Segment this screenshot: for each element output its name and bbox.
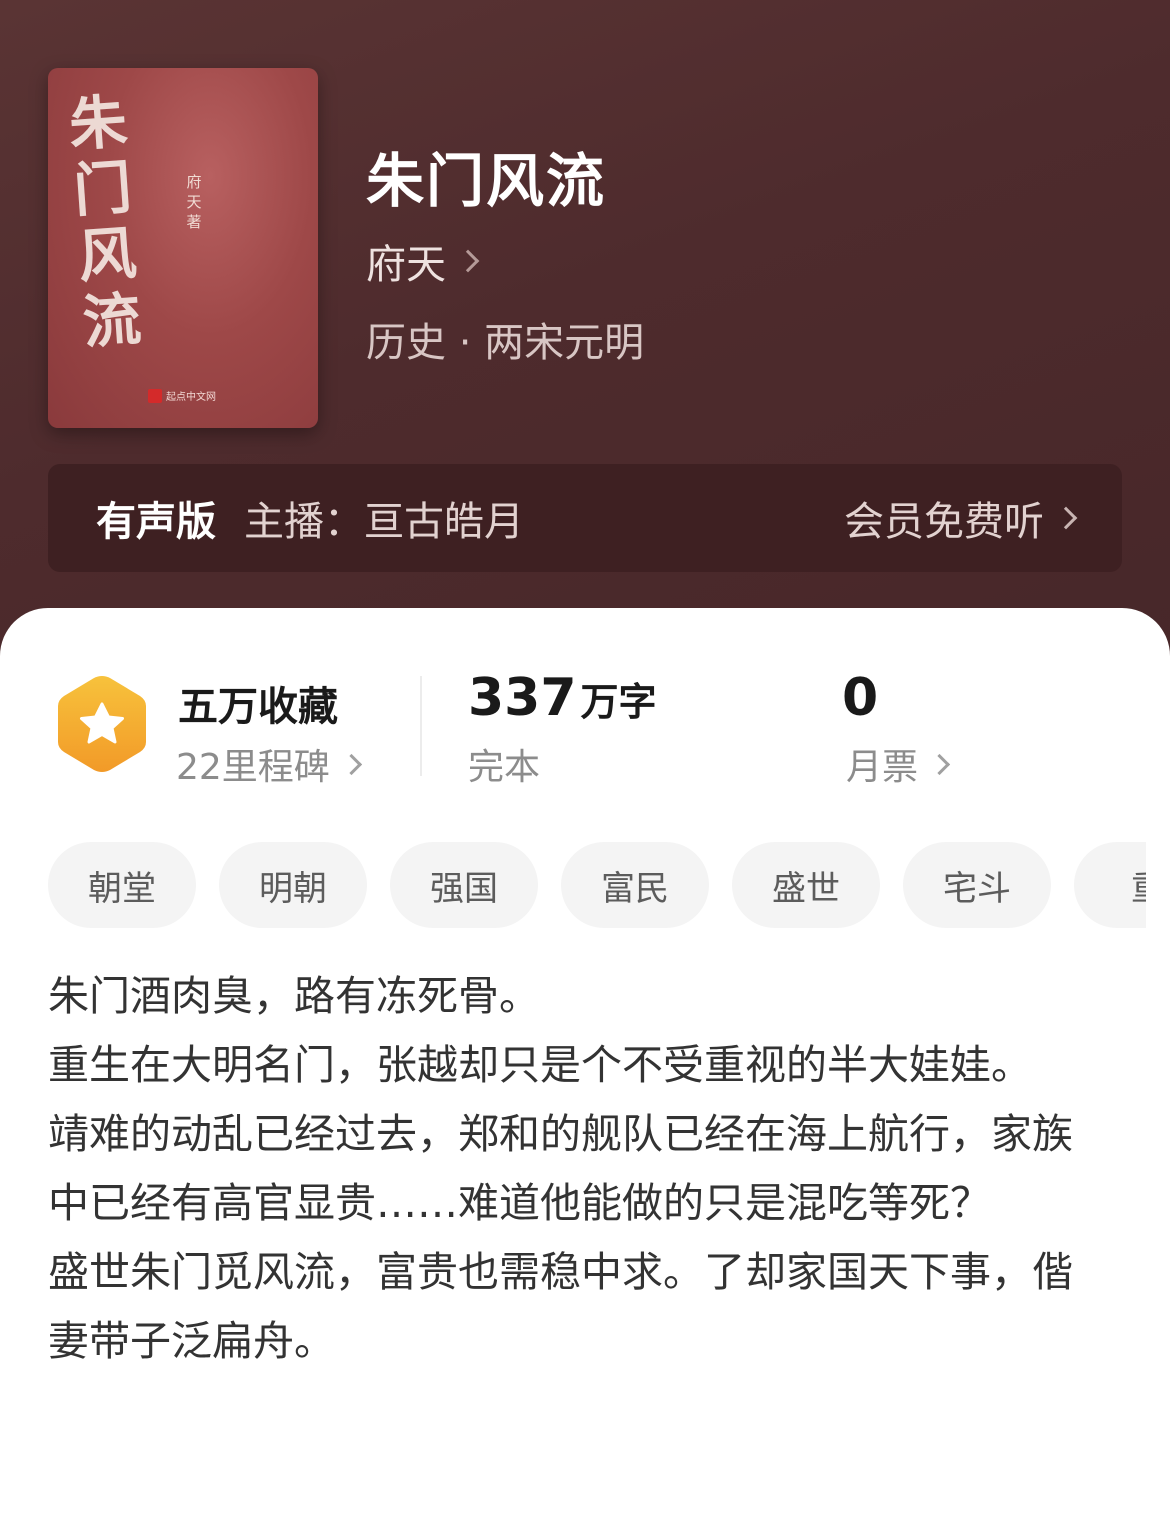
milestones-link[interactable]: 22里程碑: [176, 738, 362, 790]
favorites-count: 五万收藏: [178, 684, 338, 730]
member-free-listen-label: 会员免费听: [844, 499, 1044, 545]
star-badge-icon: [58, 676, 146, 772]
synopsis-paragraph: 靖难的动乱已经过去，郑和的舰队已经在海上航行，家族中已经有高官显贵……难道他能做…: [48, 1110, 1073, 1227]
tag-chip[interactable]: 重: [1074, 842, 1146, 928]
completion-status: 完本: [468, 747, 541, 788]
monthly-votes-count: 0: [842, 668, 879, 728]
chevron-right-icon: [340, 753, 362, 775]
synopsis-paragraph: 重生在大明名门，张越却只是个不受重视的半大娃娃。: [48, 1041, 1032, 1089]
book-header: 朱门风流 府天 著 起点中文网 朱门风流 府天 历史 · 两宋元明 有声版 主播…: [0, 0, 1170, 680]
word-count: 337 万字: [468, 668, 657, 728]
tag-chip[interactable]: 朝堂: [48, 842, 196, 928]
tag-list[interactable]: 朝堂明朝强国富民盛世宅斗重: [48, 842, 1146, 928]
word-count-number: 337: [468, 668, 577, 728]
cover-author: 府天 著: [186, 173, 202, 231]
book-title: 朱门风流: [366, 147, 607, 215]
monthly-votes-link[interactable]: 月票: [846, 738, 951, 790]
book-genre[interactable]: 历史 · 两宋元明: [366, 310, 644, 368]
publisher-logo: 起点中文网: [148, 388, 216, 403]
chevron-right-icon: [928, 753, 951, 775]
publisher-name: 起点中文网: [166, 392, 216, 403]
tag-chip[interactable]: 富民: [561, 842, 709, 928]
word-count-unit: 万字: [580, 680, 657, 724]
tag-chip[interactable]: 盛世: [732, 842, 880, 928]
tag-chip[interactable]: 强国: [390, 842, 538, 928]
synopsis-paragraph: 朱门酒肉臭，路有冻死骨。: [48, 972, 540, 1020]
chevron-right-icon: [456, 249, 480, 273]
audio-anchor: 主播：亘古皓月: [244, 499, 524, 545]
audio-edition-bar[interactable]: 有声版 主播：亘古皓月 会员免费听: [48, 464, 1122, 572]
audio-edition-label: 有声版: [96, 499, 216, 545]
tag-chip[interactable]: 宅斗: [903, 842, 1051, 928]
chevron-right-icon: [1054, 506, 1078, 530]
book-cover[interactable]: 朱门风流 府天 著 起点中文网: [48, 68, 318, 428]
author-link[interactable]: 府天: [366, 232, 480, 290]
tag-chip[interactable]: 明朝: [219, 842, 367, 928]
publisher-logo-icon: [148, 388, 162, 403]
member-free-listen-button[interactable]: 会员免费听: [844, 489, 1078, 547]
monthly-votes-label: 月票: [846, 747, 919, 788]
author-name: 府天: [366, 242, 446, 288]
stat-divider: [420, 676, 422, 776]
book-synopsis[interactable]: 朱门酒肉臭，路有冻死骨。 重生在大明名门，张越却只是个不受重视的半大娃娃。 靖难…: [48, 962, 1088, 1376]
milestones-label: 22里程碑: [176, 747, 330, 788]
cover-title: 朱门风流: [66, 87, 144, 357]
synopsis-paragraph: 盛世朱门觅风流，富贵也需稳中求。了却家国天下事，偕妻带子泛扁舟。: [48, 1248, 1073, 1365]
